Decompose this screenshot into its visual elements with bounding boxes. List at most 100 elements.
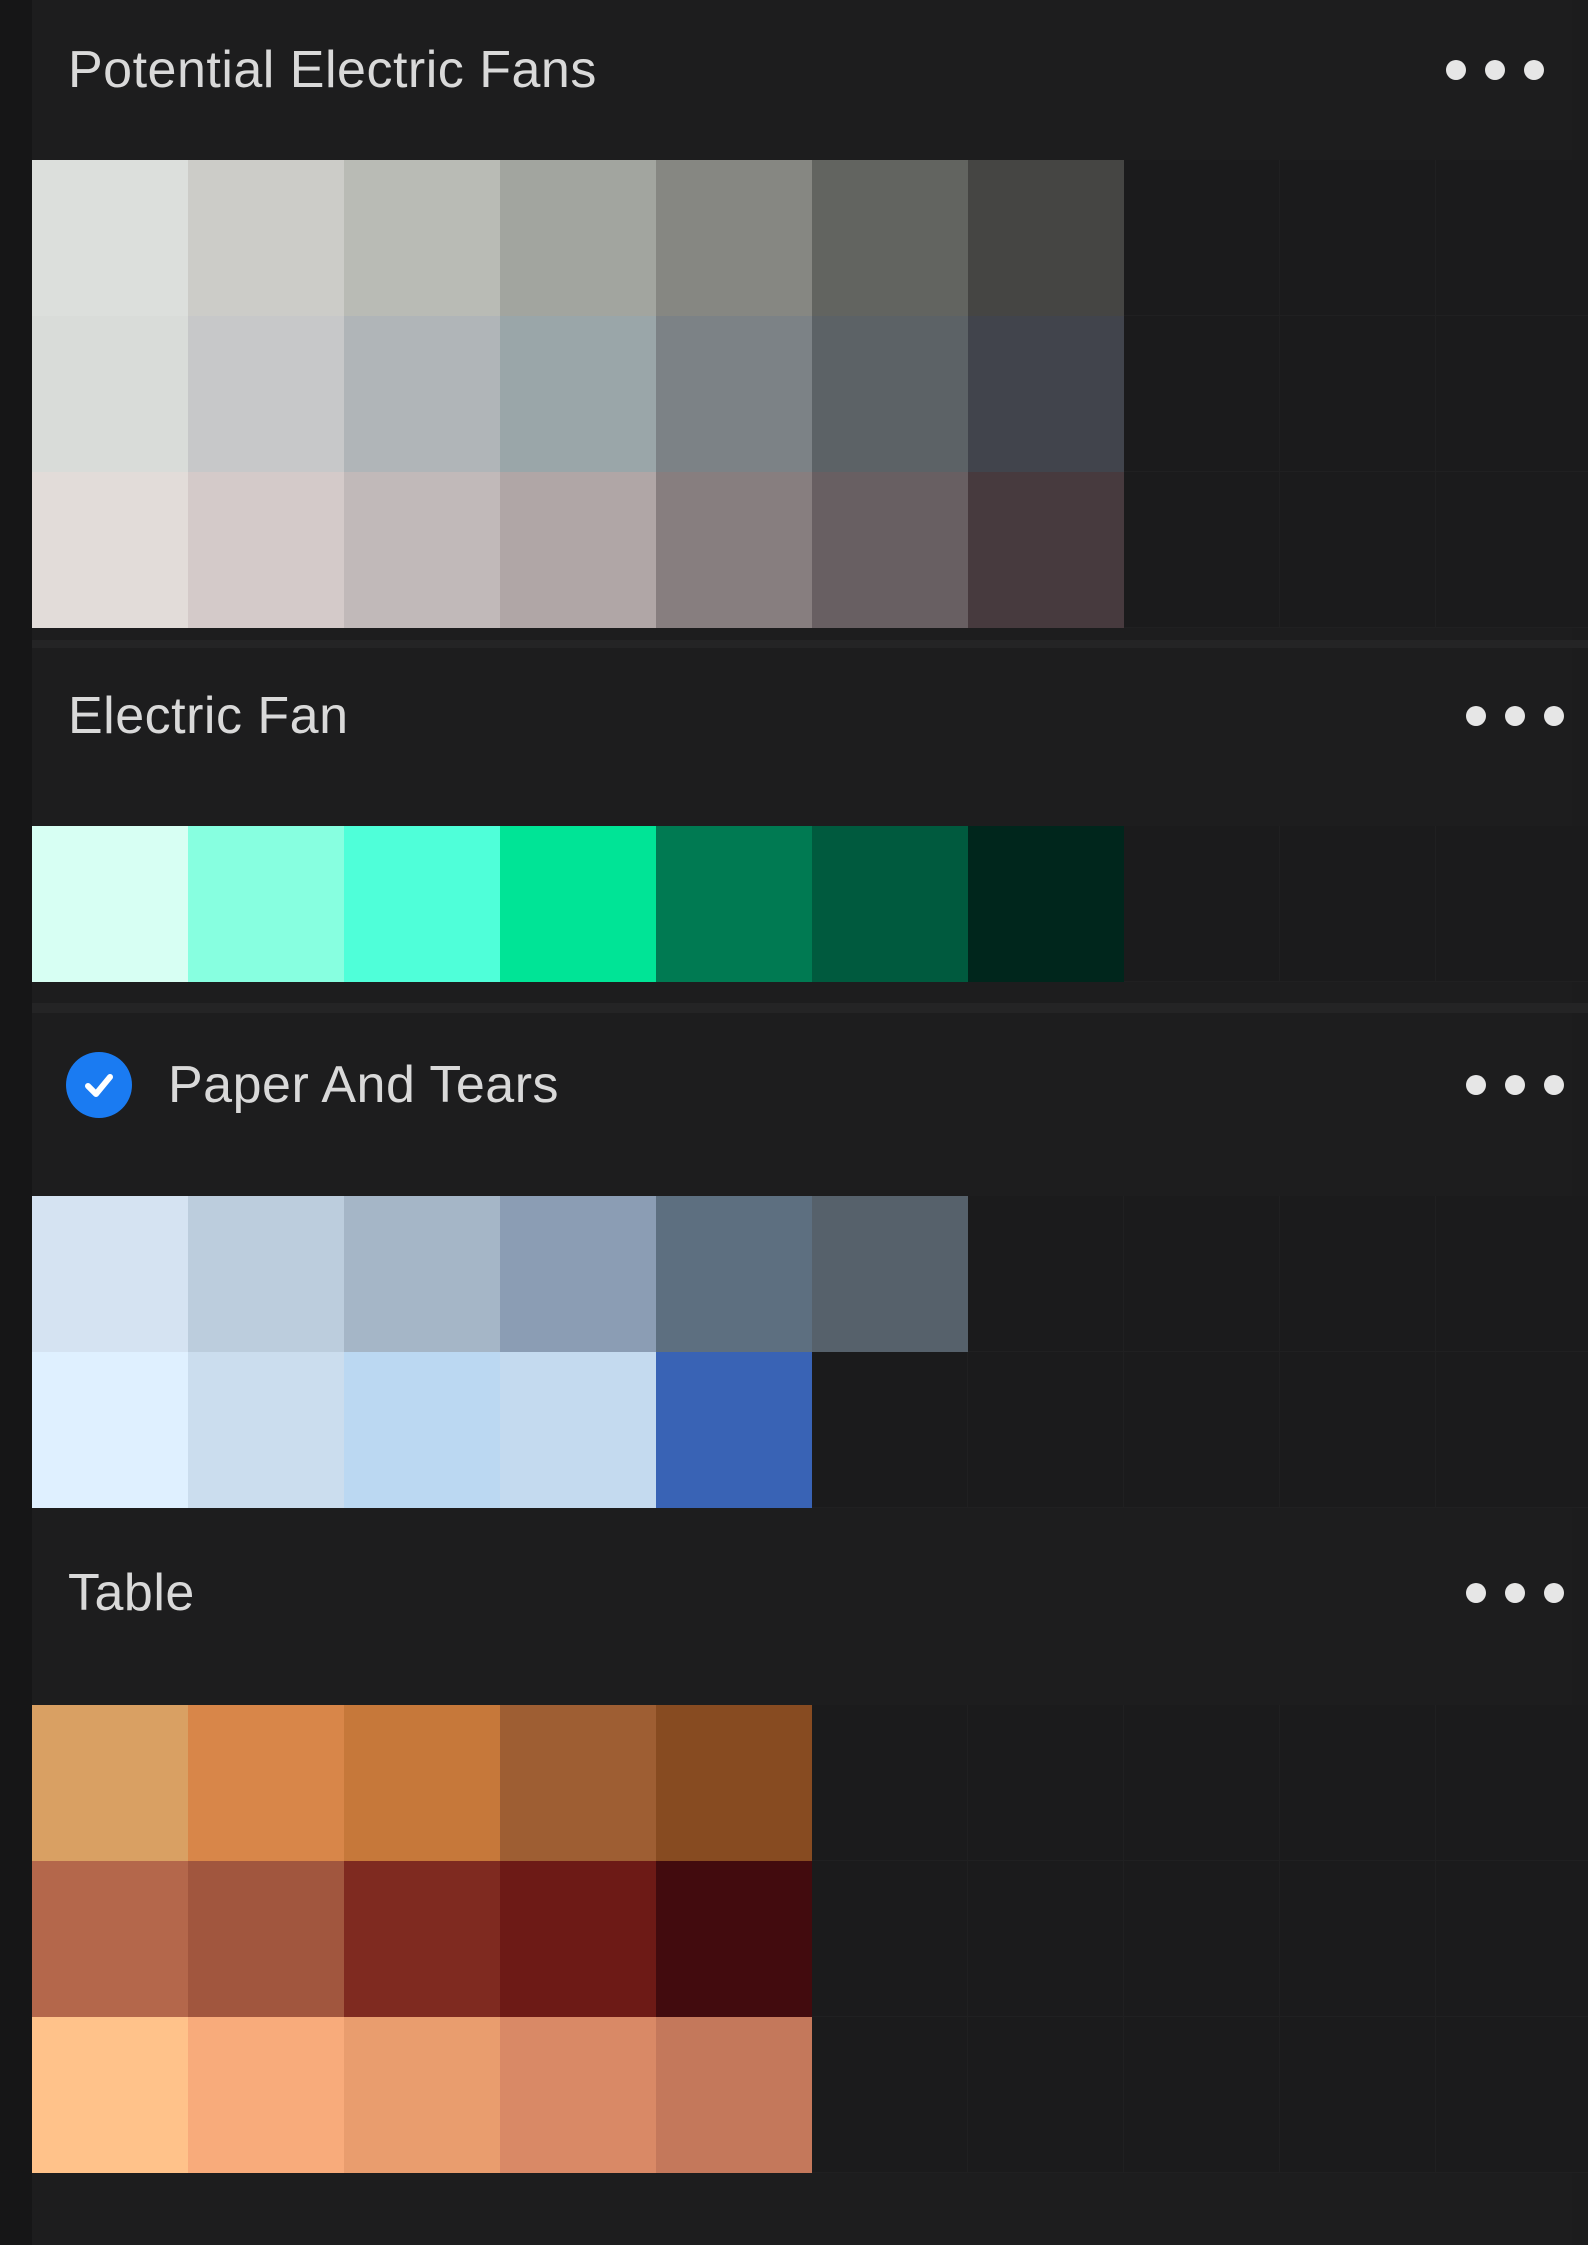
empty-swatch-slot[interactable]: [1280, 826, 1436, 982]
empty-swatch-slot[interactable]: [1436, 2017, 1588, 2173]
empty-swatch-slot[interactable]: [1436, 1861, 1588, 2017]
color-swatch[interactable]: [344, 1705, 500, 1861]
color-swatch[interactable]: [812, 316, 968, 472]
color-swatch[interactable]: [656, 1196, 812, 1352]
more-options-button[interactable]: [1460, 1055, 1570, 1115]
empty-swatch-slot[interactable]: [1124, 1861, 1280, 2017]
color-swatch[interactable]: [32, 2017, 188, 2173]
color-swatch[interactable]: [812, 826, 968, 982]
empty-swatch-slot[interactable]: [968, 1705, 1124, 1861]
color-swatch[interactable]: [32, 472, 188, 628]
empty-swatch-slot[interactable]: [1280, 1196, 1436, 1352]
empty-swatch-slot[interactable]: [968, 1352, 1124, 1508]
color-swatch[interactable]: [500, 472, 656, 628]
empty-swatch-slot[interactable]: [1436, 472, 1588, 628]
color-swatch[interactable]: [188, 1861, 344, 2017]
color-swatch[interactable]: [500, 1861, 656, 2017]
color-swatch[interactable]: [500, 826, 656, 982]
color-swatch[interactable]: [188, 826, 344, 982]
color-swatch[interactable]: [500, 1705, 656, 1861]
empty-swatch-slot[interactable]: [1280, 1705, 1436, 1861]
color-swatch[interactable]: [656, 2017, 812, 2173]
color-swatch[interactable]: [500, 160, 656, 316]
color-swatch[interactable]: [188, 160, 344, 316]
swatch-grid: [32, 1705, 1588, 2173]
empty-swatch-slot[interactable]: [812, 1352, 968, 1508]
color-swatch[interactable]: [656, 472, 812, 628]
empty-swatch-slot[interactable]: [1124, 1705, 1280, 1861]
more-options-button[interactable]: [1440, 40, 1550, 100]
color-swatch[interactable]: [32, 826, 188, 982]
empty-swatch-slot[interactable]: [968, 1196, 1124, 1352]
palette-card-electric-fan[interactable]: Electric Fan: [32, 648, 1588, 1003]
palette-card-potential-electric-fans[interactable]: Potential Electric Fans: [32, 0, 1588, 640]
color-swatch[interactable]: [32, 1705, 188, 1861]
color-swatch[interactable]: [500, 316, 656, 472]
color-swatch[interactable]: [32, 1196, 188, 1352]
color-swatch[interactable]: [968, 160, 1124, 316]
color-swatch[interactable]: [968, 316, 1124, 472]
color-swatch[interactable]: [32, 1861, 188, 2017]
color-swatch[interactable]: [812, 472, 968, 628]
empty-swatch-slot[interactable]: [968, 1861, 1124, 2017]
empty-swatch-slot[interactable]: [1280, 1352, 1436, 1508]
empty-swatch-slot[interactable]: [1124, 316, 1280, 472]
empty-swatch-slot[interactable]: [1436, 1196, 1588, 1352]
color-swatch[interactable]: [188, 1196, 344, 1352]
color-swatch[interactable]: [812, 1196, 968, 1352]
empty-swatch-slot[interactable]: [1124, 1196, 1280, 1352]
color-swatch[interactable]: [344, 316, 500, 472]
color-swatch[interactable]: [188, 2017, 344, 2173]
empty-swatch-slot[interactable]: [1124, 1352, 1280, 1508]
color-swatch[interactable]: [656, 1861, 812, 2017]
color-swatch[interactable]: [344, 1196, 500, 1352]
color-swatch[interactable]: [656, 316, 812, 472]
color-swatch[interactable]: [500, 1196, 656, 1352]
color-swatch[interactable]: [188, 316, 344, 472]
color-swatch[interactable]: [344, 2017, 500, 2173]
empty-swatch-slot[interactable]: [1280, 316, 1436, 472]
color-swatch[interactable]: [344, 1352, 500, 1508]
empty-swatch-slot[interactable]: [1280, 472, 1436, 628]
color-swatch[interactable]: [188, 1352, 344, 1508]
empty-swatch-slot[interactable]: [1436, 1705, 1588, 1861]
empty-swatch-slot[interactable]: [1436, 316, 1588, 472]
color-swatch[interactable]: [500, 1352, 656, 1508]
empty-swatch-slot[interactable]: [812, 1861, 968, 2017]
more-options-button[interactable]: [1460, 1563, 1570, 1623]
color-swatch[interactable]: [656, 160, 812, 316]
color-swatch[interactable]: [32, 1352, 188, 1508]
empty-swatch-slot[interactable]: [1280, 1861, 1436, 2017]
empty-swatch-slot[interactable]: [1124, 2017, 1280, 2173]
empty-swatch-slot[interactable]: [1280, 2017, 1436, 2173]
color-swatch[interactable]: [344, 1861, 500, 2017]
color-swatch[interactable]: [32, 316, 188, 472]
color-swatch[interactable]: [188, 472, 344, 628]
empty-swatch-slot[interactable]: [1124, 826, 1280, 982]
color-swatch[interactable]: [188, 1705, 344, 1861]
color-swatch[interactable]: [344, 160, 500, 316]
color-swatch[interactable]: [344, 472, 500, 628]
empty-swatch-slot[interactable]: [812, 2017, 968, 2173]
color-swatch[interactable]: [656, 1705, 812, 1861]
palette-card-table[interactable]: Table: [32, 1533, 1588, 2245]
empty-swatch-slot[interactable]: [1436, 1352, 1588, 1508]
empty-swatch-slot[interactable]: [1280, 160, 1436, 316]
empty-swatch-slot[interactable]: [812, 1705, 968, 1861]
empty-swatch-slot[interactable]: [1124, 472, 1280, 628]
empty-swatch-slot[interactable]: [968, 2017, 1124, 2173]
color-swatch[interactable]: [968, 826, 1124, 982]
palette-card-paper-and-tears[interactable]: Paper And Tears: [32, 1013, 1588, 1533]
color-swatch[interactable]: [500, 2017, 656, 2173]
empty-swatch-slot[interactable]: [1436, 160, 1588, 316]
color-swatch[interactable]: [344, 826, 500, 982]
color-swatch[interactable]: [656, 1352, 812, 1508]
more-options-button[interactable]: [1460, 686, 1570, 746]
color-swatch[interactable]: [812, 160, 968, 316]
color-swatch[interactable]: [656, 826, 812, 982]
checkmark-circle-icon[interactable]: [66, 1052, 132, 1118]
empty-swatch-slot[interactable]: [1124, 160, 1280, 316]
empty-swatch-slot[interactable]: [1436, 826, 1588, 982]
color-swatch[interactable]: [32, 160, 188, 316]
color-swatch[interactable]: [968, 472, 1124, 628]
